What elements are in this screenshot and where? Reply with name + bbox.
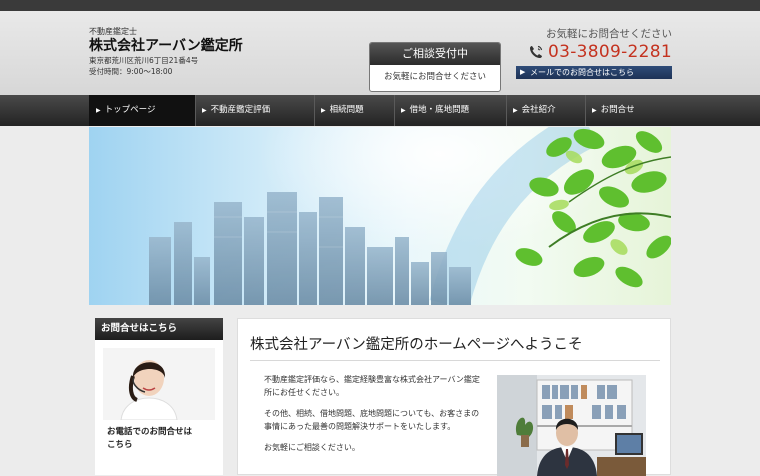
contact-block: お気軽にお問合せください 03-3809-2281 ▶ メールでのお問合せはこち… [516,28,672,79]
contact-lead: お気軽にお問合せください [546,28,672,40]
arrow-icon: ▶ [520,68,526,76]
nav-arrow-icon: ▶ [513,107,518,114]
mail-contact-label: メールでのお問合せはこちら [530,68,634,77]
nav-arrow-icon: ▶ [96,107,101,114]
intro-paragraph: 不動産鑑定評価なら、鑑定経験豊富な株式会社アーバン鑑定所にお任せください。 [264,375,480,397]
office-photo [497,375,646,476]
brand-block: 不動産鑑定士 株式会社アーバン鑑定所 東京都荒川区荒川6丁目21番4号 受付時間… [89,27,243,77]
tel-title: お電話でのお問合せは こちら [107,427,193,450]
phone-row: 03-3809-2281 [516,42,672,62]
phone-number[interactable]: 03-3809-2281 [548,42,672,62]
city-leaves-illustration [149,127,671,305]
brand-subtitle: 不動産鑑定士 [89,27,137,36]
intro-paragraph: お気軽にご相談ください。 [264,443,360,452]
nav-item-inheritance[interactable]: ▶ 相続問題 [314,95,394,126]
site-header: 不動産鑑定士 株式会社アーバン鑑定所 東京都荒川区荒川6丁目21番4号 受付時間… [0,11,760,95]
business-hours: 受付時間：9:00～18:00 [89,67,173,76]
operator-illustration [103,348,215,420]
nav-item-top[interactable]: ▶ トップページ [89,95,195,126]
sidebar: お問合せはこちら お電話でのお問合せは こちら [95,318,223,475]
operator-photo [103,348,215,420]
nav-item-company[interactable]: ▶ 会社紹介 [506,95,585,126]
intro-text: 不動産鑑定評価なら、鑑定経験豊富な株式会社アーバン鑑定所にお任せください。 その… [264,373,486,462]
company-name[interactable]: 株式会社アーバン鑑定所 [89,37,243,55]
office-illustration [497,375,646,476]
welcome-heading: 株式会社アーバン鑑定所のホームページへようこそ [250,333,660,361]
consult-title: ご相談受付中 [370,43,500,65]
sidebar-title: お問合せはこちら [95,318,223,340]
hero-image [89,127,671,305]
intro-paragraph: その他、相続、借地問題、底地問題についても、お客さまの事情にあった最善の問題解決… [264,409,480,431]
phone-icon [529,45,543,58]
nav-item-appraisal[interactable]: ▶ 不動産鑑定評価 [195,95,314,126]
nav-arrow-icon: ▶ [202,107,207,114]
nav-arrow-icon: ▶ [321,107,326,114]
consult-text: お気軽にお問合せください [383,72,486,82]
main-content: 株式会社アーバン鑑定所のホームページへようこそ 不動産鑑定評価なら、鑑定経験豊富… [237,318,671,476]
global-nav: ▶ トップページ ▶ 不動産鑑定評価 ▶ 相続問題 ▶ 借地・底地問題 ▶ 会社紹介 ▶ お… [0,95,760,126]
nav-item-leasehold[interactable]: ▶ 借地・底地問題 [394,95,506,126]
company-address: 東京都荒川区荒川6丁目21番4号 [89,56,199,65]
mail-contact-button[interactable]: ▶ メールでのお問合せはこちら [516,66,672,79]
nav-item-contact[interactable]: ▶ お問合せ [585,95,671,126]
nav-arrow-icon: ▶ [401,107,406,114]
consult-box: ご相談受付中 お気軽にお問合せください [369,42,501,92]
top-strip [0,0,760,11]
nav-arrow-icon: ▶ [592,107,597,114]
